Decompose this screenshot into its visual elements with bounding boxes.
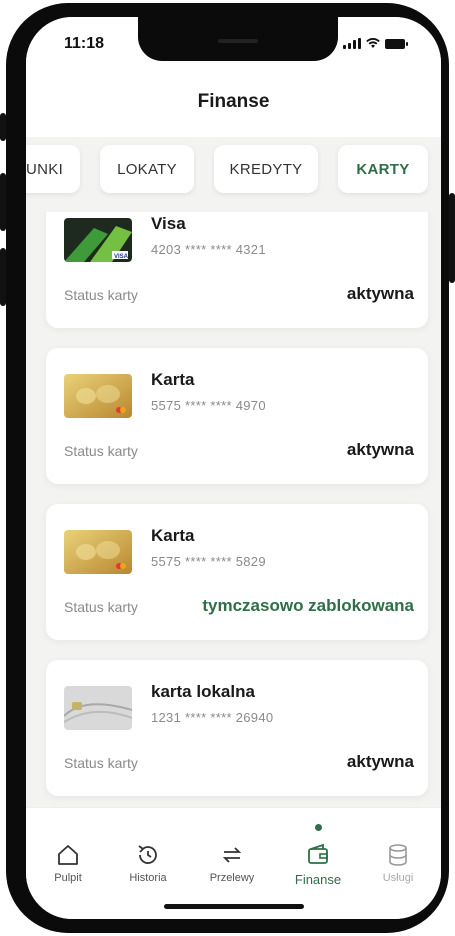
wifi-icon	[366, 37, 380, 48]
nav-przelewy[interactable]: Przelewy	[196, 842, 268, 884]
card-name: Visa	[151, 214, 186, 233]
nav-label: Usługi	[382, 872, 414, 884]
notch	[138, 17, 338, 61]
status-value: aktywna	[346, 284, 414, 303]
card-item[interactable]: Karta 5575 **** **** 4970 Status karty a…	[46, 348, 428, 484]
app-screen: 11:18 Finanse HUNKI LOKATY KREDYTY KARTY	[26, 17, 441, 919]
card-item[interactable]: karta lokalna 1231 **** **** 26940 Statu…	[46, 660, 428, 796]
nav-pulpit[interactable]: Pulpit	[32, 842, 104, 884]
card-name: Karta	[151, 370, 195, 389]
card-item[interactable]: VISA Visa 4203 **** **** 4321 Status kar…	[46, 212, 428, 328]
volume-up-button	[0, 173, 6, 231]
nav-label: Historia	[129, 872, 167, 884]
history-icon	[138, 845, 157, 864]
status-label: Status karty	[64, 755, 138, 771]
card-number: 4203 **** **** 4321	[151, 242, 266, 257]
tab-karty[interactable]: KARTY	[338, 145, 428, 193]
home-icon	[58, 845, 78, 865]
active-indicator	[315, 824, 322, 831]
nav-label: Pulpit	[54, 872, 82, 884]
volume-down-button	[0, 248, 6, 306]
phone-frame: 11:18 Finanse HUNKI LOKATY KREDYTY KARTY	[0, 3, 455, 933]
nav-historia[interactable]: Historia	[112, 842, 184, 884]
status-value: tymczasowo zablokowana	[202, 596, 414, 615]
power-button	[449, 193, 455, 283]
signal-icon	[343, 38, 361, 49]
gold-card-icon	[64, 530, 132, 574]
gold-card-icon	[64, 374, 132, 418]
battery-icon	[385, 39, 408, 49]
tab-label: KARTY	[356, 160, 410, 178]
finance-tabs: HUNKI LOKATY KREDYTY KARTY	[26, 145, 441, 205]
tab-label: HUNKI	[26, 160, 64, 178]
status-value: aktywna	[346, 752, 414, 771]
nav-finanse[interactable]: Finanse	[282, 824, 354, 887]
database-icon	[389, 844, 407, 866]
transfer-icon	[222, 847, 242, 863]
wallet-icon	[308, 843, 328, 864]
tab-label: LOKATY	[117, 160, 177, 178]
card-item[interactable]: Karta 5575 **** **** 5829 Status karty t…	[46, 504, 428, 640]
home-indicator[interactable]	[164, 904, 304, 909]
nav-uslugi[interactable]: Usługi	[362, 842, 434, 884]
tab-lokaty[interactable]: LOKATY	[100, 145, 194, 193]
status-icons	[343, 37, 408, 49]
card-number: 5575 **** **** 5829	[151, 554, 266, 569]
nav-label: Finanse	[294, 872, 342, 887]
green-visa-card-icon: VISA	[64, 218, 132, 262]
nav-label: Przelewy	[209, 872, 255, 884]
tab-kredyty[interactable]: KREDYTY	[214, 145, 318, 193]
card-number: 1231 **** **** 26940	[151, 710, 274, 725]
status-time: 11:18	[64, 35, 105, 52]
mute-switch	[0, 113, 6, 141]
status-value: aktywna	[346, 440, 414, 459]
status-label: Status karty	[64, 443, 138, 459]
status-label: Status karty	[64, 599, 138, 615]
tab-rachunki[interactable]: HUNKI	[26, 145, 80, 193]
card-name: karta lokalna	[151, 682, 255, 701]
bottom-navigation: Pulpit Historia Przelewy Finanse Usługi	[26, 807, 441, 919]
page-title: Finanse	[197, 91, 270, 112]
grey-card-icon	[64, 686, 132, 730]
page-header: Finanse	[26, 69, 441, 137]
status-label: Status karty	[64, 287, 138, 303]
cards-list: VISA Visa 4203 **** **** 4321 Status kar…	[26, 212, 441, 807]
card-number: 5575 **** **** 4970	[151, 398, 266, 413]
svg-text:VISA: VISA	[114, 254, 129, 260]
card-name: Karta	[151, 526, 195, 545]
tab-label: KREDYTY	[229, 160, 303, 178]
